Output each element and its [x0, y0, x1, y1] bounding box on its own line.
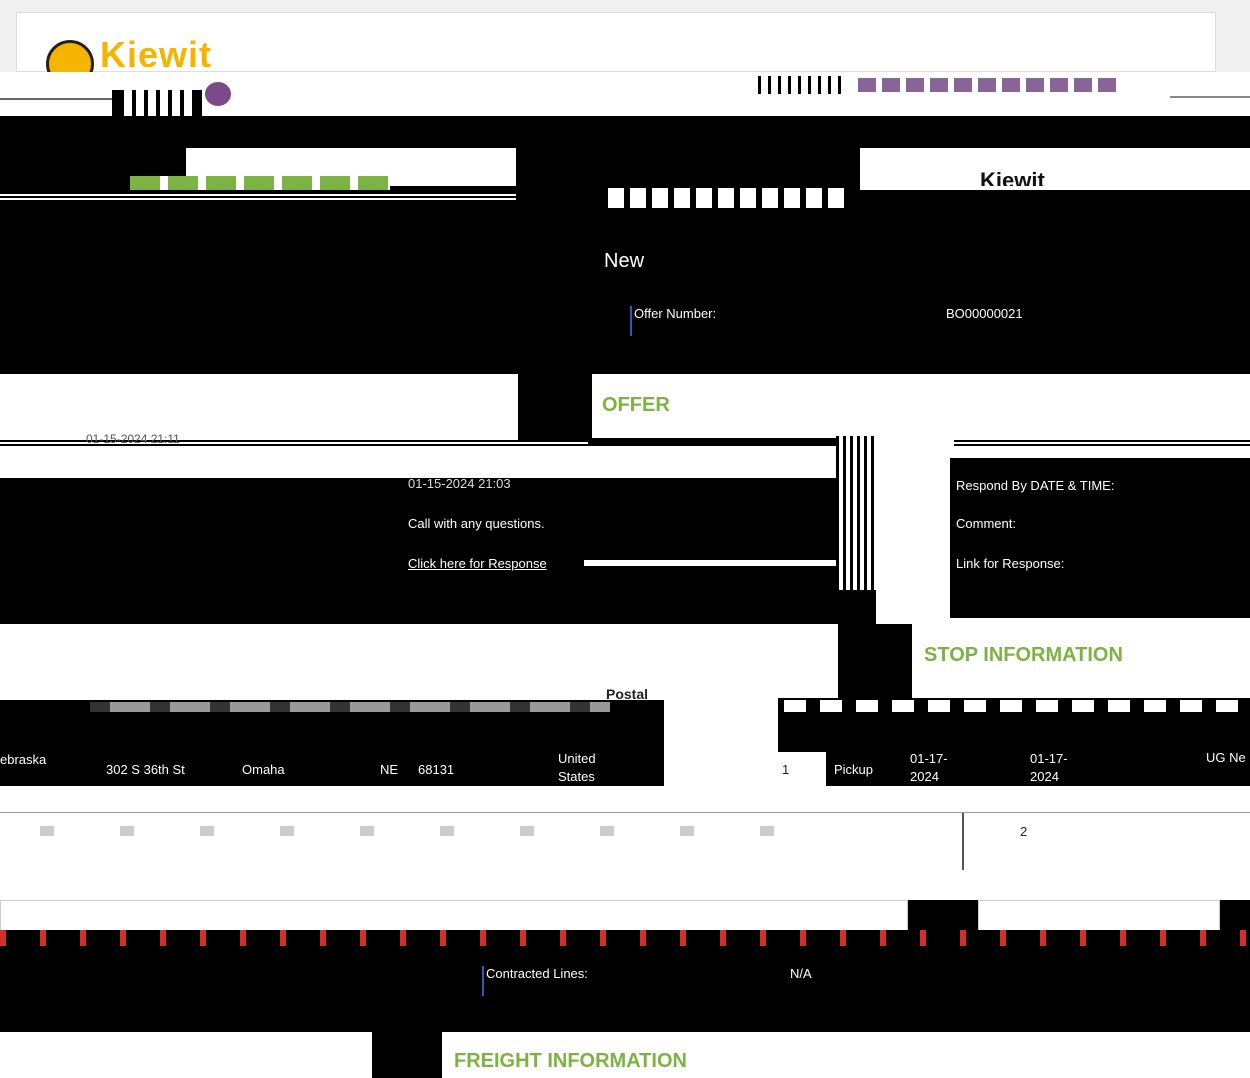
offer-number-label: Offer Number: [634, 306, 717, 321]
offer-date-left: 01-15-2024 21:11 [86, 432, 180, 446]
stop-row1-country: United States [558, 751, 596, 784]
offer-mid-divider [836, 436, 876, 590]
carrier-alert-strip [0, 930, 1250, 946]
freight-left-band [0, 1032, 372, 1078]
page-title-garble [130, 176, 390, 190]
stop-row2-topline [0, 812, 1250, 813]
freight-section-title: FREIGHT INFORMATION [454, 1050, 687, 1072]
offer-card-title-garble [608, 188, 848, 208]
stop-row2-band [0, 786, 1250, 900]
offer-status: New [604, 250, 645, 272]
contract-label: Contracted Lines: [486, 966, 588, 981]
carrier-tab[interactable] [978, 900, 1220, 932]
offer-link-strip [584, 560, 836, 566]
stop-row1-partial: UG Ne [1206, 750, 1246, 765]
offer-section-band [0, 374, 518, 440]
offer-comment-value: Call with any questions. [408, 516, 545, 531]
offer-section-header [592, 374, 1250, 438]
stop-column-headers [90, 702, 610, 712]
nav-divider [0, 192, 516, 202]
carrier-panel-box [0, 900, 908, 932]
stop-row2-no: 2 [1020, 824, 1028, 839]
brand-small: Kiewit [980, 168, 1045, 193]
respond-label: Respond By DATE & TIME: [956, 478, 1115, 493]
nav-divider-right [860, 186, 1250, 190]
comment-label: Comment: [956, 516, 1016, 531]
contract-value: N/A [790, 966, 812, 981]
divider [0, 98, 115, 100]
offer-section-title: OFFER [602, 394, 670, 416]
stop-row1-no: 1 [782, 762, 790, 777]
stop-row1-type: Pickup [834, 762, 874, 777]
stop-right-header-garble [784, 700, 1244, 712]
offer-date-value: 01-15-2024 21:03 [408, 476, 511, 491]
stop-postal-header: Postal [606, 686, 649, 702]
stop-right-row-bg [664, 700, 778, 798]
stop-section-title: STOP INFORMATION [924, 644, 1123, 666]
link-label: Link for Response: [956, 556, 1065, 571]
toolbar-bar-left [112, 90, 202, 116]
respond-divider [954, 440, 1250, 448]
stop-row1-city: Omaha [242, 762, 285, 777]
stop-row1-address: 302 S 36th St [106, 762, 185, 777]
offer-mid-panel [0, 446, 838, 478]
stop-row1-zip: 68131 [418, 762, 455, 777]
stop-row1-state-partial: ebraska [0, 752, 47, 767]
purple-strip [858, 78, 1118, 92]
logo-emblem-icon [205, 82, 231, 106]
nav-right-panel [860, 148, 1250, 186]
stop-row2-garble [40, 826, 840, 836]
toolbar-bar-mid [758, 76, 848, 94]
stop-row1-state: NE [380, 762, 399, 777]
contract-bar [482, 966, 484, 996]
offer-number-value: BO00000021 [946, 306, 1023, 321]
stop-row2-divider [962, 812, 964, 870]
offer-link-value[interactable]: Click here for Response [408, 556, 547, 571]
brand-logo-text: Kiewit [100, 34, 213, 75]
stop-left-band [0, 624, 838, 700]
divider-right [1170, 96, 1250, 98]
offer-number-bar [630, 306, 632, 336]
